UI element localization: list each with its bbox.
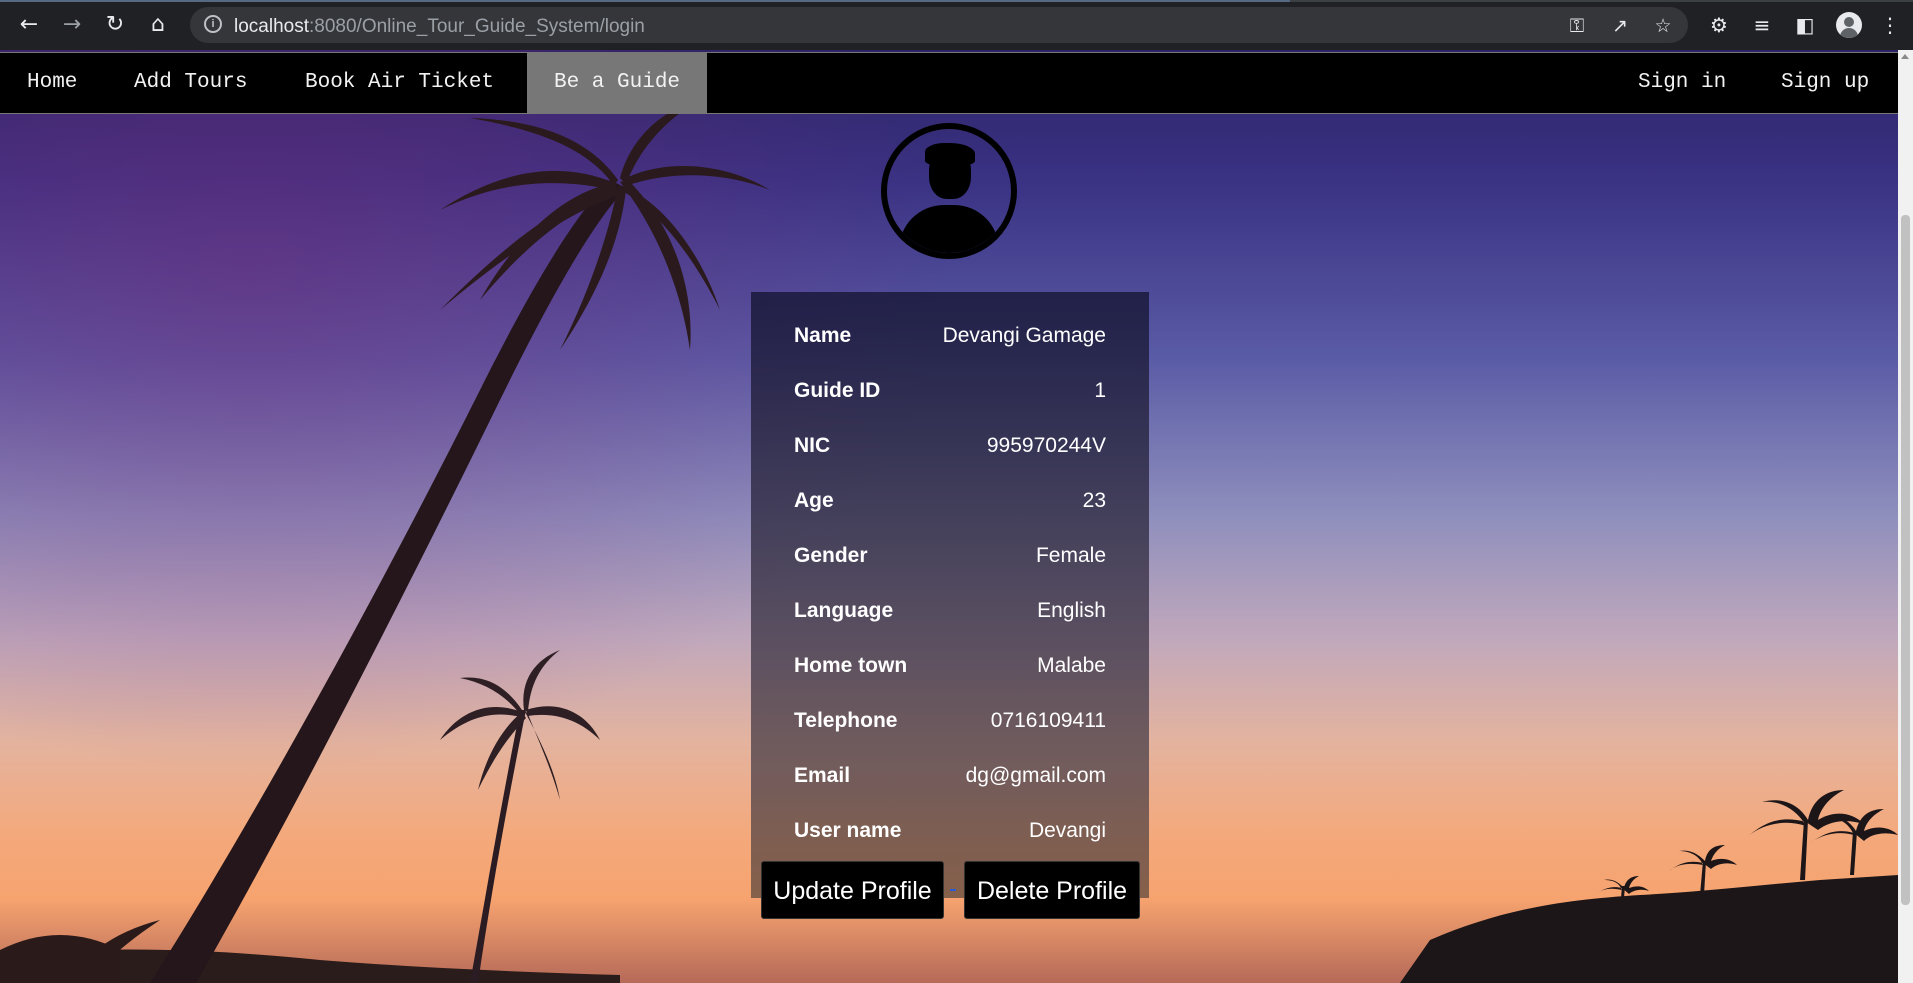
field-nic: NIC 995970244V [794,434,1106,464]
menu-icon[interactable]: ⋮ [1877,12,1903,38]
nav-sign-in[interactable]: Sign in [1611,53,1753,113]
avatar-hair [925,143,975,165]
field-value: Devangi [1028,819,1106,842]
field-label: Gender [794,544,868,567]
field-value: Malabe [1037,654,1106,677]
scroll-up-arrow-icon[interactable] [1901,54,1909,59]
link-underline[interactable] [950,889,956,891]
profile-icon[interactable] [1836,12,1862,38]
profile-card: Name Devangi Gamage Guide ID 1 NIC 99597… [751,292,1149,898]
page-scrollbar[interactable] [1898,50,1913,983]
field-label: Guide ID [794,379,881,402]
field-value: 1 [1094,379,1106,402]
nav-home[interactable]: Home [0,53,104,113]
avatar [881,123,1017,259]
tab-strip-edge [0,0,1913,2]
nav-sign-up[interactable]: Sign up [1754,53,1896,113]
page-viewport: Home Add Tours Book Air Ticket Be a Guid… [0,50,1898,983]
field-guide-id: Guide ID 1 [794,379,1106,409]
scrollbar-thumb[interactable] [1901,215,1910,905]
home-icon[interactable]: ⌂ [145,12,171,38]
browser-toolbar: ← → ↻ ⌂ i localhost:8080/Online_Tour_Gui… [0,0,1913,50]
nav-book-air-ticket[interactable]: Book Air Ticket [278,53,521,113]
field-label: Language [794,599,894,622]
field-value: 995970244V [986,434,1106,457]
field-label: Email [794,764,851,787]
forward-icon[interactable]: → [59,12,85,38]
field-label: Telephone [794,709,898,732]
back-icon[interactable]: ← [16,12,42,38]
delete-profile-button[interactable]: Delete Profile [964,861,1140,919]
field-value: 23 [1082,489,1106,512]
field-language: Language English [794,599,1106,629]
side-panel-icon[interactable]: ◧ [1792,12,1818,38]
field-label: User name [794,819,902,842]
top-navigation: Home Add Tours Book Air Ticket Be a Guid… [0,52,1898,114]
field-telephone: Telephone 0716109411 [794,709,1106,739]
field-age: Age 23 [794,489,1106,519]
share-icon[interactable]: ↗ [1609,15,1631,37]
info-icon[interactable]: i [204,15,222,33]
url-path: :8080/Online_Tour_Guide_System/login [309,16,645,37]
field-gender: Gender Female [794,544,1106,574]
field-value: dg@gmail.com [965,764,1106,787]
field-home-town: Home town Malabe [794,654,1106,684]
field-value: Devangi Gamage [942,324,1106,347]
field-label: Age [794,489,834,512]
field-name: Name Devangi Gamage [794,324,1106,354]
field-label: NIC [794,434,831,457]
extensions-icon[interactable]: ⚙ [1706,12,1732,38]
update-profile-button[interactable]: Update Profile [761,861,944,919]
field-user-name: User name Devangi [794,819,1106,849]
reload-icon[interactable]: ↻ [102,12,128,38]
loading-bar [0,0,1290,2]
field-value: English [1037,599,1106,622]
field-value: Female [1035,544,1106,567]
nav-be-a-guide[interactable]: Be a Guide [527,53,708,113]
field-value: 0716109411 [990,709,1106,732]
nav-add-tours[interactable]: Add Tours [107,53,274,113]
star-icon[interactable]: ☆ [1652,15,1674,37]
key-icon[interactable]: ⚿ [1566,15,1588,37]
url-host: localhost [234,16,309,37]
field-label: Home town [794,654,908,677]
address-bar[interactable]: i localhost:8080/Online_Tour_Guide_Syste… [190,7,1688,43]
reading-list-icon[interactable]: ≡ [1749,12,1775,38]
field-email: Email dg@gmail.com [794,764,1106,794]
url-text[interactable]: localhost:8080/Online_Tour_Guide_System/… [234,16,645,38]
field-label: Name [794,324,852,347]
avatar-body [899,205,999,253]
